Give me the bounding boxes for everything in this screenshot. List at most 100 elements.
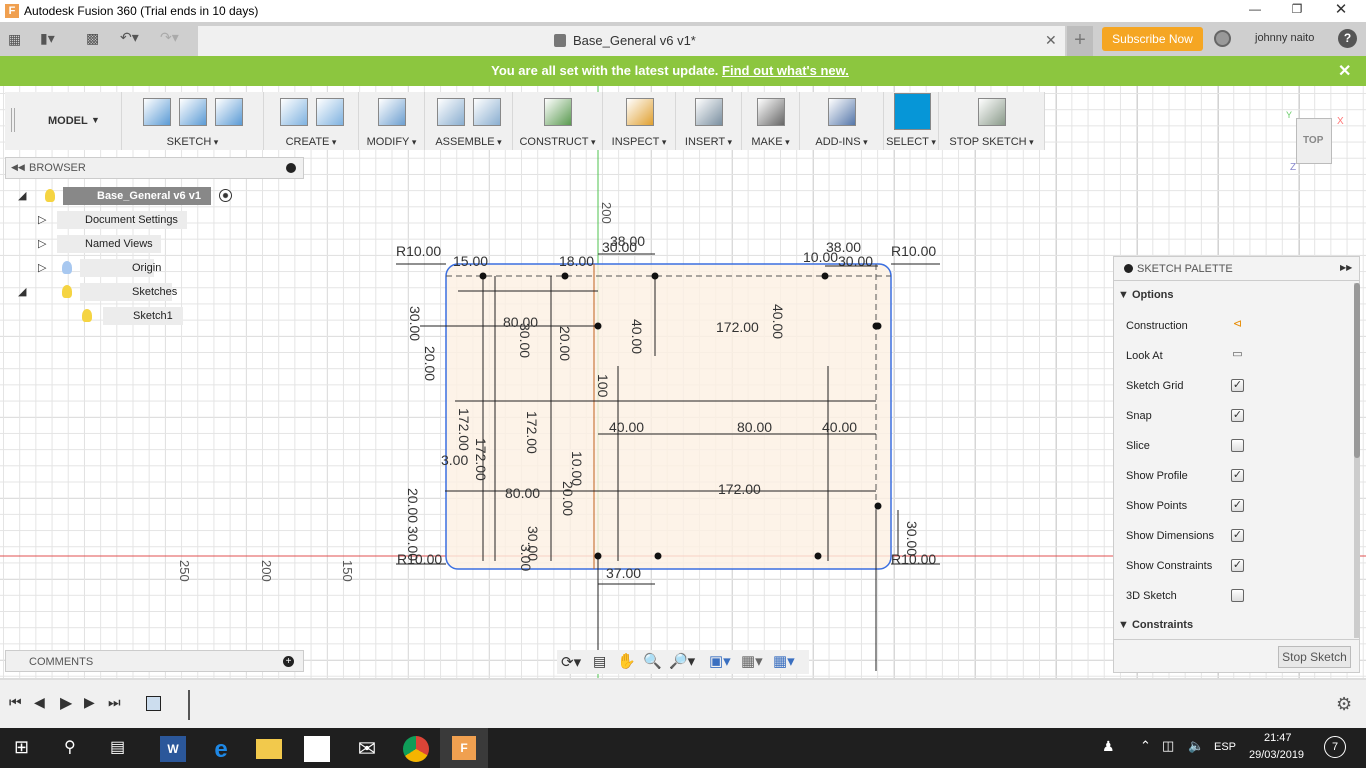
sketch-point[interactable] [814, 552, 822, 560]
toolbar-group-label-wrap[interactable]: MODIFY ▾ [359, 136, 424, 148]
file-menu-icon[interactable]: ▮▾ [40, 30, 55, 47]
palette-checkbox-3d-sketch[interactable] [1231, 589, 1244, 602]
palette-pin-icon[interactable] [1124, 264, 1133, 273]
play-icon[interactable]: ▶ [60, 693, 72, 713]
browser-item[interactable]: Origin [80, 259, 161, 277]
toolbar-group-insert[interactable]: INSERT ▾ [676, 92, 742, 150]
go-to-end-icon[interactable]: ⏭ [108, 694, 121, 711]
toolbar-tool-icon[interactable] [695, 98, 723, 126]
dimension-label[interactable]: R10.00 [396, 243, 441, 259]
toolbar-tool-icon[interactable] [315, 98, 344, 126]
edge-icon[interactable]: e [208, 736, 234, 763]
dimension-label[interactable]: 30.00 [517, 323, 533, 358]
sketch-point[interactable] [594, 552, 602, 560]
expand-palette-icon[interactable]: ▶▶ [1340, 263, 1352, 272]
dimension-label[interactable]: 15.00 [453, 253, 488, 269]
expand-arrow-icon[interactable]: ▷ [38, 261, 46, 274]
dimension-label[interactable]: 172.00 [718, 481, 761, 497]
constraints-section-toggle[interactable]: ▼ Constraints [1118, 619, 1193, 631]
toolbar-group-make[interactable]: MAKE ▾ [742, 92, 800, 150]
user-name[interactable]: johnny naito [1255, 32, 1314, 44]
toolbar-group-label-wrap[interactable]: INSERT ▾ [676, 136, 741, 148]
palette-checkbox-sketch-grid[interactable]: ✓ [1231, 379, 1244, 392]
collapse-arrow-icon[interactable]: ◢ [18, 189, 26, 202]
sketch-point[interactable] [872, 322, 880, 330]
network-icon[interactable]: ◫ [1162, 738, 1174, 754]
look-at-icon[interactable]: ▤ [593, 653, 606, 670]
dimension-label[interactable]: 172.00 [473, 438, 489, 481]
subscribe-button[interactable]: Subscribe Now [1102, 27, 1203, 51]
volume-icon[interactable]: 🔈 [1188, 738, 1204, 754]
sketch-point[interactable] [479, 272, 487, 280]
dimension-label[interactable]: 30.00 [525, 526, 541, 561]
toolbar-group-label[interactable]: CREATE [286, 136, 330, 148]
add-comment-icon[interactable]: + [283, 656, 294, 667]
dimension-label[interactable]: 20.00 [557, 326, 573, 361]
visibility-bulb-icon[interactable] [45, 189, 55, 202]
viewcube-top-face[interactable]: TOP [1303, 135, 1323, 146]
toolbar-tool-icon[interactable] [625, 98, 654, 126]
toolbar-group-label-wrap[interactable]: SELECT ▾ [884, 136, 938, 148]
expand-arrow-icon[interactable]: ▷ [38, 213, 46, 226]
job-status-icon[interactable] [1214, 30, 1231, 47]
timeline-sketch-icon[interactable] [146, 696, 161, 711]
toolbar-group-label[interactable]: SKETCH [167, 136, 212, 148]
toolbar-group-label-wrap[interactable]: CONSTRUCT ▾ [513, 136, 602, 148]
visibility-bulb-icon[interactable] [62, 261, 72, 274]
toolbar-tool-icon[interactable] [893, 93, 931, 130]
dimension-label[interactable]: 20.00 [422, 346, 438, 381]
dimension-label[interactable]: 3.00 [441, 452, 468, 468]
toolbar-group-label[interactable]: MODIFY [367, 136, 410, 148]
toolbar-group-label[interactable]: SELECT [886, 136, 929, 148]
look-at-icon[interactable]: ▭ [1231, 349, 1244, 362]
display-settings-icon[interactable]: ▣▾ [709, 652, 731, 670]
step-forward-icon[interactable]: ▶ [84, 694, 95, 711]
notifications-icon[interactable]: 7 [1324, 736, 1346, 758]
language-indicator[interactable]: ESP [1214, 741, 1236, 753]
dimension-label[interactable]: 30.00 [602, 239, 637, 255]
workspace-label[interactable]: MODEL [48, 115, 88, 127]
toolbar-tool-icon[interactable] [544, 98, 572, 126]
browser-item[interactable]: Sketch1 [103, 307, 183, 325]
sketch-point[interactable] [594, 322, 602, 330]
go-to-start-icon[interactable]: ⏮ [9, 694, 22, 711]
dimension-label[interactable]: 80.00 [737, 419, 772, 435]
dimension-label[interactable]: 30.00 [405, 526, 421, 561]
toolbar-group-assemble[interactable]: ASSEMBLE ▾ [425, 92, 513, 150]
toolbar-group-label-wrap[interactable]: ADD-INS ▾ [800, 136, 883, 148]
toolbar-group-label[interactable]: CONSTRUCT [519, 136, 588, 148]
dimension-label[interactable]: 172.00 [456, 408, 472, 451]
clock-date[interactable]: 29/03/2019 [1249, 749, 1304, 761]
step-back-icon[interactable]: ◀ [34, 694, 45, 711]
dimension-label[interactable]: 37.00 [606, 565, 641, 581]
collapse-browser-icon[interactable]: ◀◀ [11, 162, 25, 173]
chrome-icon[interactable] [403, 736, 429, 762]
redo-icon[interactable]: ↷▾ [160, 29, 179, 46]
zoom-window-icon[interactable]: 🔎▾ [669, 652, 695, 670]
viewports-icon[interactable]: ▦▾ [773, 652, 795, 670]
toolbar-group-label-wrap[interactable]: CREATE ▾ [264, 136, 358, 148]
dimension-label[interactable]: 18.00 [559, 253, 594, 269]
zoom-icon[interactable]: 🔍 [643, 652, 662, 670]
people-icon[interactable]: ♟ [1102, 738, 1115, 755]
toolbar-group-label[interactable]: ASSEMBLE [435, 136, 494, 148]
search-icon[interactable]: ⚲ [64, 737, 76, 757]
palette-checkbox-snap[interactable]: ✓ [1231, 409, 1244, 422]
palette-scrollbar[interactable] [1354, 283, 1360, 458]
toolbar-group-add-ins[interactable]: ADD-INS ▾ [800, 92, 884, 150]
pan-icon[interactable]: ✋ [617, 652, 636, 670]
visibility-bulb-icon[interactable] [62, 285, 72, 298]
toolbar-group-label-wrap[interactable]: INSPECT ▾ [603, 136, 675, 148]
toolbar-group-create[interactable]: CREATE ▾ [264, 92, 359, 150]
fusion-taskbar-button[interactable]: F [440, 728, 488, 768]
toolbar-tool-icon[interactable] [828, 98, 856, 126]
close-tab-icon[interactable]: ✕ [1045, 32, 1057, 49]
toolbar-group-sketch[interactable]: SKETCH ▾ [122, 92, 264, 150]
toolbar-group-label[interactable]: ADD-INS [815, 136, 860, 148]
toolbar-group-label[interactable]: STOP SKETCH [949, 136, 1026, 148]
toolbar-tool-icon[interactable] [978, 98, 1006, 126]
toolbar-group-label[interactable]: INSPECT [612, 136, 660, 148]
browser-pin-icon[interactable] [286, 163, 296, 173]
close-window-button[interactable]: ✕ [1326, 0, 1356, 20]
help-icon[interactable]: ? [1338, 29, 1357, 48]
